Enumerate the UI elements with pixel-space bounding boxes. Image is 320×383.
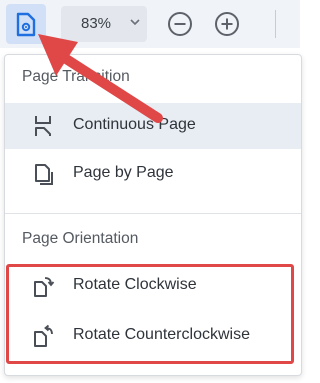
menu-item-label: Rotate Clockwise bbox=[73, 276, 197, 293]
zoom-out-button[interactable] bbox=[167, 11, 193, 37]
page-view-button[interactable] bbox=[6, 4, 46, 44]
rotate-clockwise-icon bbox=[34, 277, 55, 297]
toolbar-divider bbox=[275, 10, 276, 38]
zoom-in-button[interactable] bbox=[214, 11, 240, 37]
section-header-page-transition: Page Transition bbox=[22, 68, 130, 85]
chevron-down-icon bbox=[130, 19, 140, 26]
zoom-dropdown[interactable]: 83% bbox=[61, 6, 147, 42]
plus-circle-icon bbox=[215, 12, 239, 36]
rotate-counterclockwise-icon bbox=[34, 324, 53, 347]
toolbar: 83% bbox=[0, 0, 300, 48]
menu-item-label: Continuous Page bbox=[73, 116, 196, 133]
minus-circle-icon bbox=[168, 12, 192, 36]
menu-item-rotate-counterclockwise[interactable]: Rotate Counterclockwise bbox=[5, 313, 301, 359]
viewer-root: 83% Page Transition Continuous Page Page… bbox=[0, 0, 302, 383]
menu-item-rotate-clockwise[interactable]: Rotate Clockwise bbox=[5, 263, 301, 309]
zoom-value: 83% bbox=[81, 15, 112, 32]
menu-item-continuous-page[interactable]: Continuous Page bbox=[5, 103, 301, 149]
page-view-menu: Page Transition Continuous Page Page by … bbox=[4, 54, 302, 376]
page-settings-icon bbox=[16, 12, 36, 37]
section-header-page-orientation: Page Orientation bbox=[22, 230, 139, 247]
single-page-icon bbox=[35, 164, 53, 185]
menu-item-label: Page by Page bbox=[73, 164, 174, 181]
menu-item-label: Rotate Counterclockwise bbox=[73, 326, 250, 343]
menu-divider bbox=[5, 213, 301, 214]
continuous-page-icon bbox=[35, 116, 51, 136]
menu-item-page-by-page[interactable]: Page by Page bbox=[5, 151, 301, 197]
